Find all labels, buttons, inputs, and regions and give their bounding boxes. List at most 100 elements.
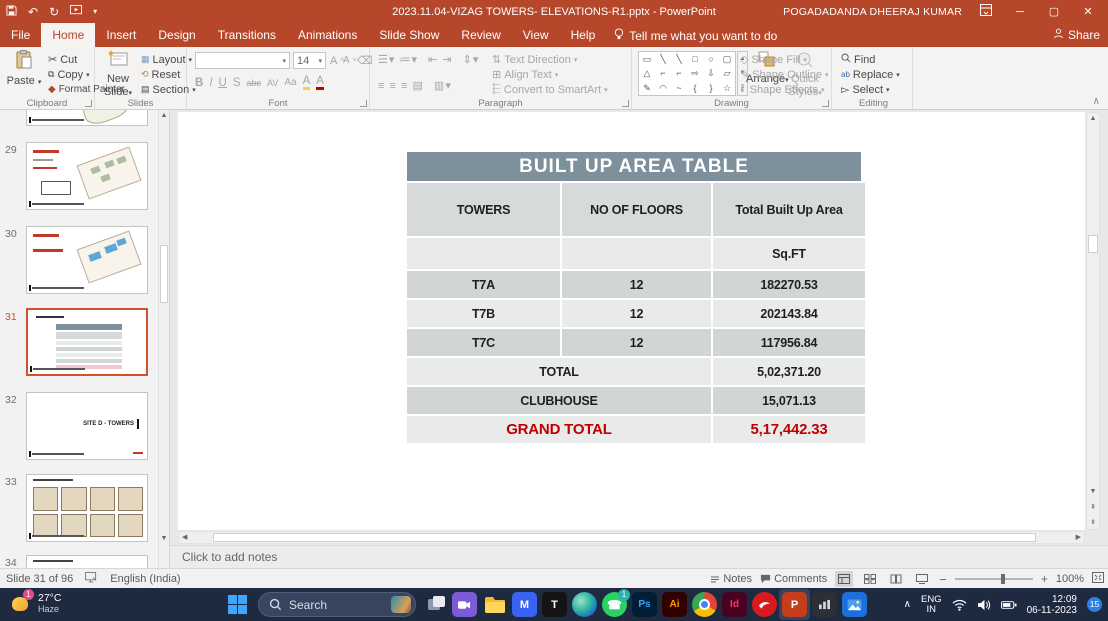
tab-home[interactable]: Home bbox=[41, 23, 96, 47]
zoom-out-button[interactable]: − bbox=[939, 572, 947, 587]
shape-outline-button[interactable]: ✎ Shape Outline ▾ bbox=[740, 67, 828, 82]
battery-icon[interactable] bbox=[1000, 600, 1017, 610]
copy-button[interactable]: ⧉ Copy ▾ bbox=[48, 67, 90, 82]
restore-button[interactable]: ▢ bbox=[1044, 5, 1064, 18]
share-button[interactable]: Share bbox=[1053, 23, 1100, 47]
font-dialog-launcher[interactable] bbox=[360, 100, 367, 107]
chrome-icon[interactable] bbox=[692, 592, 717, 617]
start-button[interactable] bbox=[228, 595, 247, 614]
justify-button[interactable]: ▤ bbox=[412, 80, 423, 92]
v-scroll-thumb[interactable] bbox=[1088, 235, 1098, 253]
trend-micro-icon[interactable] bbox=[752, 592, 777, 617]
illustrator-icon[interactable]: Ai bbox=[662, 592, 687, 617]
font-color-button[interactable]: A bbox=[316, 75, 324, 90]
tab-view[interactable]: View bbox=[512, 23, 560, 47]
cut-button[interactable]: ✂ Cut bbox=[48, 52, 77, 67]
replace-button[interactable]: ab Replace ▾ bbox=[841, 67, 900, 82]
slideshow-view-button[interactable] bbox=[913, 571, 931, 587]
strikethrough-button[interactable]: abc bbox=[247, 78, 262, 88]
tab-design[interactable]: Design bbox=[147, 23, 206, 47]
editor-horizontal-scrollbar[interactable]: ◀ ▶ bbox=[178, 531, 1085, 544]
underline-button[interactable]: U bbox=[219, 77, 227, 89]
indesign-icon[interactable]: Id bbox=[722, 592, 747, 617]
fit-slide-to-window-icon[interactable] bbox=[1092, 572, 1104, 586]
tell-me-box[interactable]: Tell me what you want to do bbox=[606, 23, 785, 47]
change-case-button[interactable]: Aa bbox=[284, 77, 296, 88]
file-explorer-icon[interactable] bbox=[482, 592, 507, 617]
start-from-beginning-icon[interactable] bbox=[70, 4, 83, 18]
layout-button[interactable]: ▦ Layout ▾ bbox=[141, 52, 192, 67]
bullets-button[interactable]: ☰▾ bbox=[378, 54, 395, 66]
h-scroll-right-icon[interactable]: ▶ bbox=[1073, 532, 1084, 543]
comments-toggle-button[interactable]: Comments bbox=[760, 573, 827, 585]
align-text-button[interactable]: ⊞ Align Text ▾ bbox=[492, 67, 558, 82]
thumbnail-slide-34-partial[interactable] bbox=[26, 555, 148, 568]
decrease-indent-button[interactable]: ⇤ bbox=[428, 54, 438, 66]
text-shadow-button[interactable]: S bbox=[233, 77, 241, 89]
highlight-color-button[interactable]: A bbox=[302, 75, 311, 90]
italic-button[interactable]: I bbox=[209, 77, 212, 89]
slide-sorter-view-button[interactable] bbox=[861, 571, 879, 587]
thumbnail-slide-32[interactable]: SITE D - TOWERS bbox=[26, 392, 148, 460]
find-button[interactable]: Find bbox=[841, 52, 875, 67]
paragraph-dialog-launcher[interactable] bbox=[622, 100, 629, 107]
text-direction-button[interactable]: ⇅ Text Direction ▾ bbox=[492, 52, 577, 67]
thumbnail-slide-31-selected[interactable] bbox=[26, 308, 148, 376]
minimize-button[interactable]: ─ bbox=[1010, 6, 1030, 18]
h-scroll-left-icon[interactable]: ◀ bbox=[179, 532, 190, 543]
thumbnail-slide-28-partial[interactable] bbox=[26, 110, 148, 126]
editor-vertical-scrollbar[interactable]: ▲ ▼ ⇞ ⇟ bbox=[1086, 112, 1100, 530]
m-app-icon[interactable]: M bbox=[512, 592, 537, 617]
collapse-ribbon-icon[interactable]: ∧ bbox=[1093, 96, 1100, 107]
photoshop-icon[interactable]: Ps bbox=[632, 592, 657, 617]
shape-gallery[interactable]: ▭ ╲ ╲ □ ○ ▢ △ ⌐ ⌐ ⇨ ⇩ ▱ ✎ ◠ ~{} ☆ ▲ ▼ ≡ bbox=[638, 47, 750, 102]
thumbnail-slide-33[interactable] bbox=[26, 474, 148, 542]
thumbnail-slide-30[interactable] bbox=[26, 226, 148, 294]
v-scroll-up-icon[interactable]: ▲ bbox=[1087, 115, 1099, 122]
powerpoint-taskbar-icon[interactable]: P bbox=[782, 592, 807, 617]
thumb-scroll-down-icon[interactable]: ▼ bbox=[159, 535, 169, 542]
increase-indent-button[interactable]: ⇥ bbox=[442, 54, 452, 66]
edge-browser-icon[interactable] bbox=[572, 592, 597, 617]
v-scroll-down-icon[interactable]: ▼ bbox=[1087, 488, 1099, 495]
task-view-button[interactable] bbox=[428, 596, 446, 612]
volume-icon[interactable] bbox=[977, 599, 991, 611]
search-box[interactable]: Search bbox=[258, 592, 416, 617]
align-center-button[interactable]: ≡ bbox=[389, 80, 396, 92]
meet-app-icon[interactable] bbox=[452, 592, 477, 617]
next-slide-button[interactable]: ⇟ bbox=[1087, 518, 1099, 526]
close-button[interactable]: ✕ bbox=[1078, 5, 1098, 18]
clipboard-dialog-launcher[interactable] bbox=[85, 100, 92, 107]
font-size-combo[interactable]: 14 ▾ bbox=[293, 52, 326, 69]
notes-pane[interactable]: Click to add notes bbox=[170, 545, 1108, 568]
columns-button[interactable]: ▥▾ bbox=[434, 80, 452, 92]
thumbnail-slide-29[interactable] bbox=[26, 142, 148, 210]
font-name-combo[interactable]: ▾ bbox=[195, 52, 290, 69]
zoom-slider[interactable] bbox=[954, 574, 1033, 584]
tab-insert[interactable]: Insert bbox=[95, 23, 147, 47]
zoom-level[interactable]: 100% bbox=[1056, 573, 1084, 585]
normal-view-button[interactable] bbox=[835, 571, 854, 587]
shape-fill-button[interactable]: ◇ Shape Fill ▾ bbox=[740, 52, 807, 67]
undo-icon[interactable]: ↶ bbox=[28, 6, 38, 18]
tab-file[interactable]: File bbox=[0, 23, 41, 47]
h-scroll-thumb[interactable] bbox=[213, 533, 1036, 542]
clock-widget[interactable]: 12:09 06-11-2023 bbox=[1027, 594, 1077, 616]
tab-slide-show[interactable]: Slide Show bbox=[368, 23, 450, 47]
convert-smartart-button[interactable]: ⬱ Convert to SmartArt ▾ bbox=[492, 82, 608, 97]
ribbon-display-options-icon[interactable] bbox=[976, 4, 996, 19]
photos-app-icon[interactable] bbox=[842, 592, 867, 617]
tab-transitions[interactable]: Transitions bbox=[207, 23, 287, 47]
reading-view-button[interactable] bbox=[887, 571, 905, 587]
built-up-area-table[interactable]: BUILT UP AREA TABLE TOWERS NO OF FLOORS … bbox=[407, 152, 865, 443]
thumb-scroll-thumb[interactable] bbox=[160, 245, 168, 303]
tray-expand-icon[interactable]: ∧ bbox=[904, 599, 911, 610]
tab-help[interactable]: Help bbox=[560, 23, 607, 47]
thumb-scroll-up-icon[interactable]: ▲ bbox=[159, 112, 169, 119]
new-slide-button[interactable]: New Slide▾ bbox=[97, 50, 139, 98]
paste-button[interactable]: Paste ▾ bbox=[3, 50, 45, 88]
select-button[interactable]: ▻ Select ▾ bbox=[841, 82, 890, 97]
search-highlight-image[interactable] bbox=[391, 596, 411, 613]
redo-icon[interactable]: ↻ bbox=[49, 6, 59, 18]
tab-animations[interactable]: Animations bbox=[287, 23, 368, 47]
